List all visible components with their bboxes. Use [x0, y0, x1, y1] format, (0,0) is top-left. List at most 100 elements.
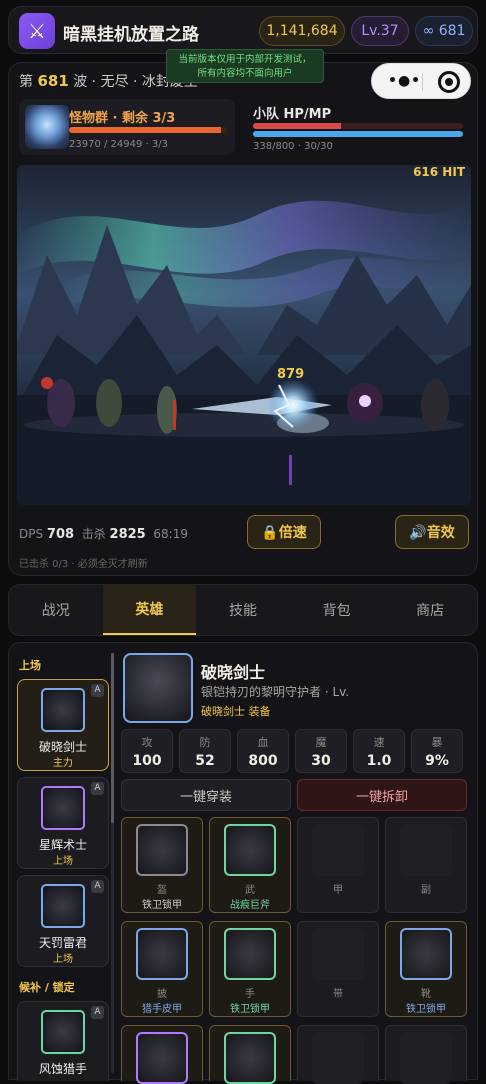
empty-slot-icon	[400, 824, 452, 876]
stat-key: 魔	[315, 736, 327, 749]
empty-slot-icon	[312, 928, 364, 980]
tab-skills[interactable]: 技能	[196, 585, 290, 635]
tab-shop[interactable]: 商店	[383, 585, 477, 635]
slot-item: 战痕巨斧	[230, 900, 270, 911]
kills-label: 击杀	[81, 527, 106, 541]
scroll-thumb[interactable]	[111, 653, 114, 823]
crossed-swords-icon[interactable]: ⚔	[19, 13, 55, 49]
enemy-hp-text: 23970 / 24949 · 3/3	[69, 139, 168, 150]
sound-button[interactable]: 🔊音效	[395, 515, 469, 549]
empty-slot-icon	[400, 1032, 452, 1084]
enemy-status: 怪物群 · 剩余 3/3 23970 / 24949 · 3/3	[19, 99, 235, 155]
stat-value: 9%	[425, 753, 449, 769]
equip-slot-weapon[interactable]: 武战痕巨斧	[209, 817, 291, 913]
equip-all-button[interactable]: 一键穿装	[121, 779, 291, 811]
stat-value: 30	[311, 753, 331, 769]
stat-key: 暴	[431, 736, 443, 749]
equip-slot-armor[interactable]: 甲	[297, 817, 379, 913]
enemy-hp-fill	[69, 127, 221, 133]
wave-prefix: 第	[19, 74, 33, 90]
stat-speed: 速 1.0	[353, 729, 405, 773]
mini-program-capsule: •●•	[371, 63, 471, 99]
slot-label: 带	[333, 989, 343, 1000]
boots-icon	[400, 928, 452, 980]
grade-badge: A	[91, 880, 104, 893]
slot-item: 铁卫锁甲	[406, 1004, 446, 1015]
team-hp-text: 338/800 · 30/30	[253, 141, 333, 152]
axe-icon	[224, 824, 276, 876]
stat-value: 100	[132, 753, 162, 769]
cloak-icon	[136, 928, 188, 980]
stat-key: 血	[257, 736, 269, 749]
hero-card[interactable]: A 天罚雷君 上场	[17, 875, 109, 967]
stat-attack: 攻 100	[121, 729, 173, 773]
kills-value: 2825	[109, 527, 146, 542]
game-title: 暗黑挂机放置之路	[63, 25, 199, 45]
slot-label: 武	[245, 885, 255, 896]
slot-label: 副	[421, 885, 431, 896]
slot-label: 披	[157, 989, 167, 1000]
section-bench: 候补 / 锁定	[19, 981, 75, 994]
team-status: 小队 HP/MP 338/800 · 30/30	[249, 99, 469, 155]
hero-status: 主力	[53, 758, 73, 769]
notice-line-2: 所有内容均不面向用户	[197, 68, 293, 79]
speed-button[interactable]: 🔒倍速	[247, 515, 321, 549]
team-hp-fill	[253, 123, 342, 129]
tab-bag[interactable]: 背包	[290, 585, 384, 635]
slot-item: 铁卫锁甲	[230, 1004, 270, 1015]
equip-slot-amulet[interactable]	[209, 1025, 291, 1084]
empty-slot-icon	[312, 824, 364, 876]
ring-icon	[136, 1032, 188, 1084]
team-mp-fill	[253, 131, 463, 137]
stat-value: 800	[248, 753, 278, 769]
unequip-all-button[interactable]: 一键拆卸	[297, 779, 467, 811]
equip-slot-belt[interactable]: 带	[297, 921, 379, 1017]
equip-slot-boots[interactable]: 靴铁卫锁甲	[385, 921, 467, 1017]
gloves-icon	[224, 928, 276, 980]
hero-class: 破晓剑士 装备	[201, 705, 271, 718]
hero-status: 上场	[53, 954, 73, 965]
slot-label: 手	[245, 989, 255, 1000]
equip-slot-ring[interactable]	[121, 1025, 203, 1084]
hero-list-scrollbar[interactable]	[111, 653, 114, 1073]
slot-item: 铁卫锁甲	[142, 900, 182, 911]
empty-slot-icon	[312, 1032, 364, 1084]
hero-name: 天罚雷君	[38, 936, 87, 950]
hero-panel: 上场 A 破晓剑士 主力 A 星辉术士 上场 A 天罚雷君 上场 候补 / 锁定…	[8, 642, 478, 1084]
equip-slot-cloak[interactable]: 披猎手皮甲	[121, 921, 203, 1017]
equip-slot-offhand[interactable]: 副	[385, 817, 467, 913]
hero-name: 破晓剑士	[38, 740, 87, 754]
grade-badge: A	[91, 1006, 104, 1019]
wave-number: 681	[37, 72, 69, 90]
hero-card[interactable]: A 风蚀猎手	[17, 1001, 109, 1081]
more-icon[interactable]: •●•	[388, 73, 421, 89]
hero-subtitle: 银铠持刃的黎明守护者 · Lv.	[201, 685, 350, 699]
hero-card[interactable]: A 星辉术士 上场	[17, 777, 109, 869]
amulet-icon	[224, 1032, 276, 1084]
equip-slot-empty[interactable]	[297, 1025, 379, 1084]
stat-crit: 暴 9%	[411, 729, 463, 773]
stat-key: 攻	[141, 736, 153, 749]
hero-avatar	[41, 786, 85, 830]
battle-scene[interactable]: 616 HIT 879	[17, 165, 471, 505]
slot-label: 盔	[157, 885, 167, 896]
main-tabs: 战况 英雄 技能 背包 商店	[8, 584, 478, 636]
stat-key: 速	[373, 736, 385, 749]
level-badge[interactable]: Lv.37	[351, 16, 409, 46]
equip-slot-empty[interactable]	[385, 1025, 467, 1084]
infinite-counter[interactable]: ∞ 681	[415, 16, 473, 46]
ice-crystal-monster-icon	[25, 105, 69, 149]
tab-heroes[interactable]: 英雄	[102, 585, 197, 635]
hero-card[interactable]: A 破晓剑士 主力	[17, 679, 109, 771]
hero-name: 星辉术士	[38, 838, 87, 852]
gold-counter[interactable]: 1,141,684	[259, 16, 345, 46]
tab-battle[interactable]: 战况	[9, 585, 103, 635]
hero-avatar	[41, 884, 85, 928]
dev-notice: 当前版本仅用于内部开发测试， 所有内容均不面向用户	[166, 49, 324, 83]
damage-number: 879	[277, 367, 305, 382]
combat-stats: DPS 708 击杀 2825 68:19	[19, 525, 188, 542]
battle-panel: 第 681 波 · 无尽 · 冰封废土 •●• 怪物群 · 剩余 3/3 239…	[8, 62, 478, 576]
close-target-icon[interactable]	[438, 71, 460, 93]
equip-slot-gloves[interactable]: 手铁卫锁甲	[209, 921, 291, 1017]
equip-slot-helmet[interactable]: 盔铁卫锁甲	[121, 817, 203, 913]
